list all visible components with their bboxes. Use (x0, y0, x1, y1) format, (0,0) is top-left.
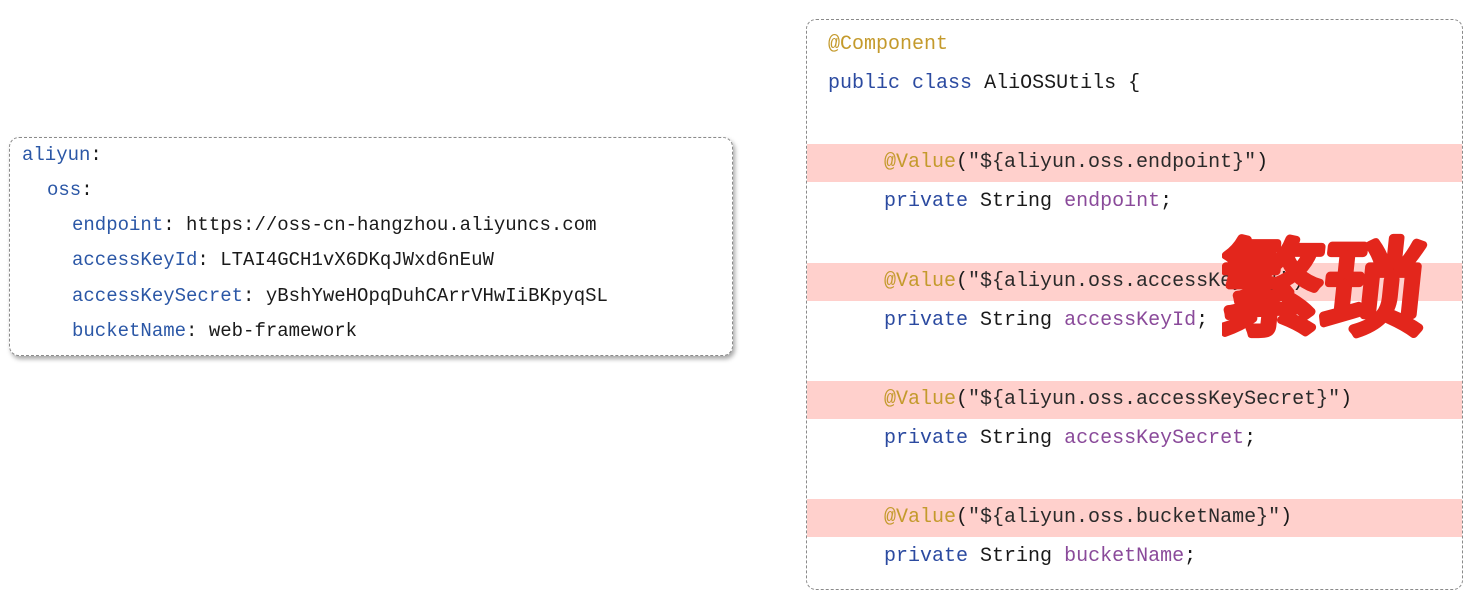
yaml-colon: : (90, 144, 102, 166)
yaml-line-accesskeyid: accessKeyId: LTAI4GCH1vX6DKqJWxd6nEuW (72, 245, 494, 275)
code-line-value-endpoint: @Value("${aliyun.oss.endpoint}") (807, 144, 1462, 182)
field-type: String (980, 545, 1053, 568)
yaml-colon: : (163, 214, 187, 236)
private-keyword: private (884, 190, 969, 213)
value-expression: "${aliyun.oss.endpoint}" (968, 151, 1257, 174)
paren: ( (956, 151, 969, 174)
yaml-key-oss: oss (47, 179, 82, 201)
yaml-line-endpoint: endpoint: https://oss-cn-hangzhou.aliyun… (72, 210, 597, 240)
yaml-value-endpoint: https://oss-cn-hangzhou.aliyuncs.com (186, 214, 597, 236)
yaml-line-oss: oss: (47, 175, 93, 205)
semicolon: ; (1160, 190, 1173, 213)
yaml-key-bucketname: bucketName (72, 320, 187, 342)
code-line-class-decl: public class AliOSSUtils { (807, 65, 1462, 103)
code-line-value-bucketname: @Value("${aliyun.oss.bucketName}") (807, 499, 1462, 537)
yaml-value-bucketname: web-framework (208, 320, 358, 342)
value-annotation: @Value (884, 388, 957, 411)
value-expression: "${aliyun.oss.accessKeyId}" (968, 270, 1293, 293)
yaml-line-accesskeysecret: accessKeySecret: yBshYweHOpqDuhCArrVHwIi… (72, 281, 608, 311)
code-line-field-bucketname: private String bucketName; (807, 538, 1462, 576)
paren: ( (956, 270, 969, 293)
yaml-value-accesskeyid: LTAI4GCH1vX6DKqJWxd6nEuW (220, 249, 494, 271)
field-type: String (980, 309, 1053, 332)
component-annotation: @Component (828, 33, 949, 56)
field-name: accessKeySecret (1064, 427, 1245, 450)
class-keyword: class (912, 72, 973, 95)
public-keyword: public (828, 72, 901, 95)
paren: ) (1340, 388, 1353, 411)
code-line-component: @Component (807, 26, 1462, 64)
yaml-key-endpoint: endpoint (72, 214, 164, 236)
yaml-line-bucketname: bucketName: web-framework (72, 316, 357, 346)
private-keyword: private (884, 309, 969, 332)
field-name: bucketName (1064, 545, 1185, 568)
paren: ) (1292, 270, 1305, 293)
yaml-colon: : (81, 179, 93, 201)
open-brace: { (1128, 72, 1141, 95)
value-annotation: @Value (884, 151, 957, 174)
code-line-value-accesskeyid: @Value("${aliyun.oss.accessKeyId}") (807, 263, 1462, 301)
value-annotation: @Value (884, 506, 957, 529)
value-expression: "${aliyun.oss.accessKeySecret}" (968, 388, 1341, 411)
code-line-field-accesskeysecret: private String accessKeySecret; (807, 420, 1462, 458)
yaml-key-accesskeyid: accessKeyId (72, 249, 198, 271)
paren: ) (1280, 506, 1293, 529)
code-line-value-accesskeysecret: @Value("${aliyun.oss.accessKeySecret}") (807, 381, 1462, 419)
semicolon: ; (1196, 309, 1209, 332)
private-keyword: private (884, 427, 969, 450)
private-keyword: private (884, 545, 969, 568)
java-code-card: @Component public class AliOSSUtils { @V… (806, 19, 1463, 590)
yaml-colon: : (243, 285, 266, 307)
yaml-value-accesskeysecret: yBshYweHOpqDuhCArrVHwIiBKpyqSL (265, 285, 608, 307)
code-line-field-accesskeyid: private String accessKeyId; (807, 302, 1462, 340)
value-expression: "${aliyun.oss.bucketName}" (968, 506, 1281, 529)
semicolon: ; (1184, 545, 1197, 568)
yaml-colon: : (197, 249, 221, 271)
field-name: endpoint (1064, 190, 1161, 213)
yaml-colon: : (186, 320, 209, 342)
paren: ) (1256, 151, 1269, 174)
code-line-field-endpoint: private String endpoint; (807, 183, 1462, 221)
field-name: accessKeyId (1064, 309, 1197, 332)
semicolon: ; (1244, 427, 1257, 450)
field-type: String (980, 190, 1053, 213)
yaml-line-root: aliyun: (22, 140, 102, 170)
paren: ( (956, 506, 969, 529)
class-name: AliOSSUtils (984, 72, 1117, 95)
value-annotation: @Value (884, 270, 957, 293)
field-type: String (980, 427, 1053, 450)
yaml-key-aliyun: aliyun (22, 144, 91, 166)
paren: ( (956, 388, 969, 411)
yaml-key-accesskeysecret: accessKeySecret (72, 285, 244, 307)
yaml-config-card: aliyun: oss: endpoint: https://oss-cn-ha… (9, 137, 733, 356)
